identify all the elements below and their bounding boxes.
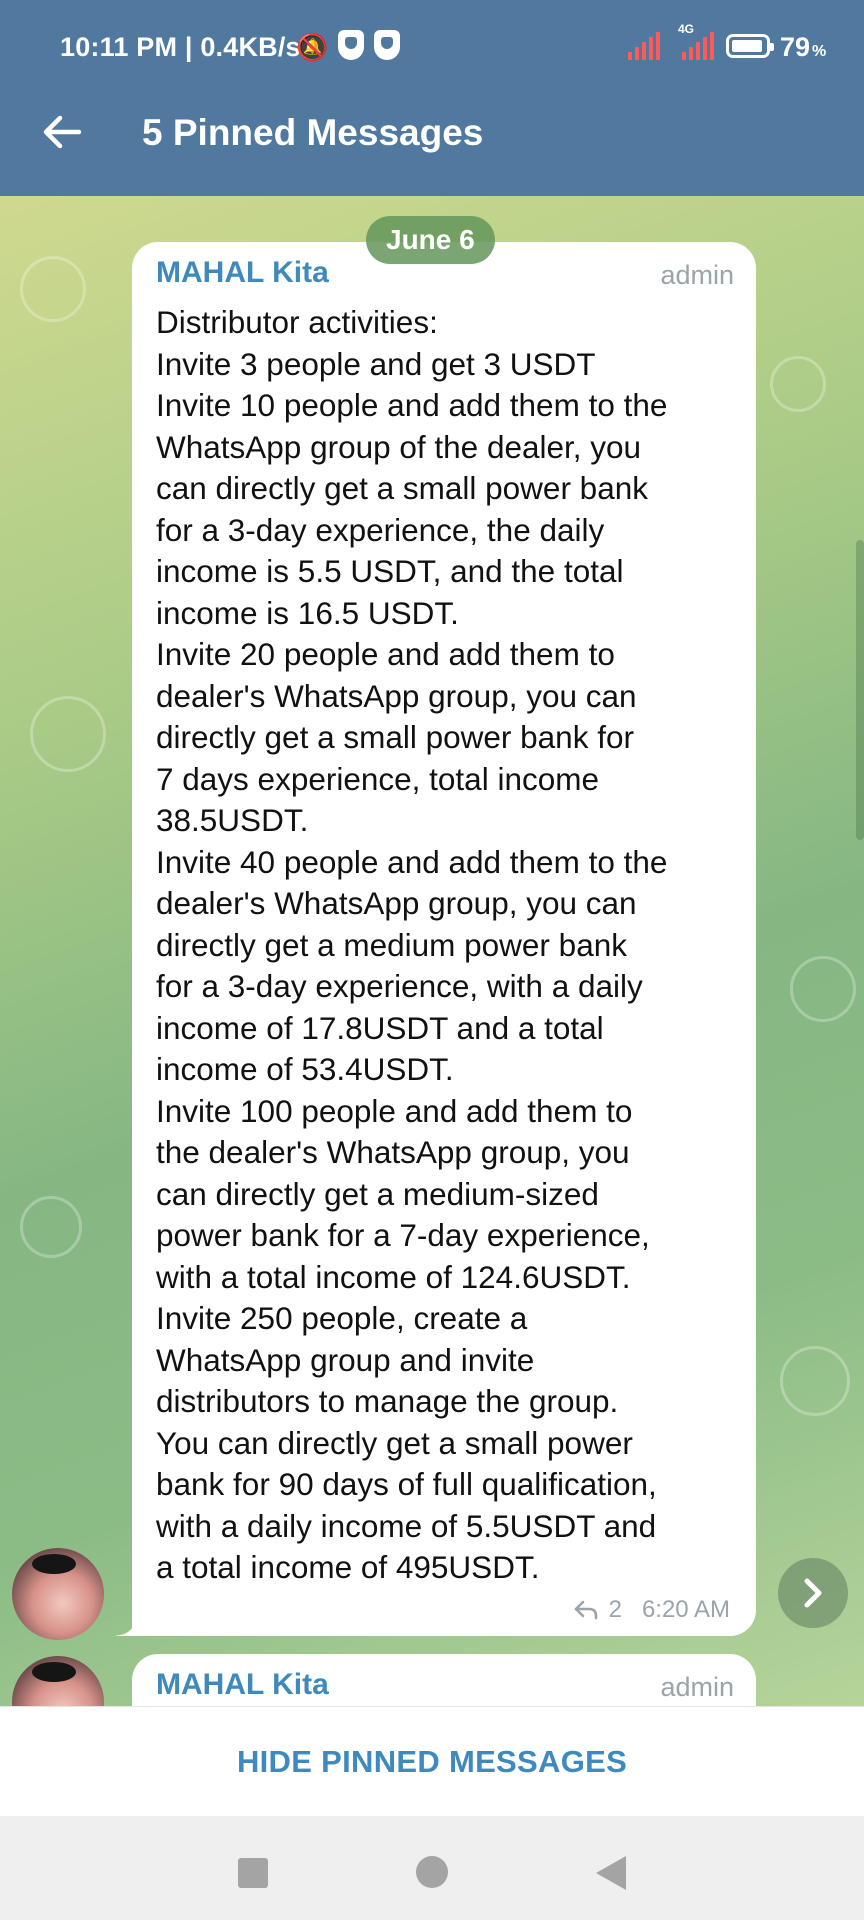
- status-bar: 10:11 PM | 0.4KB/s 🔕 4G 79%: [0, 0, 864, 96]
- background-doodle: [780, 1346, 850, 1416]
- signal-icon: [628, 30, 660, 60]
- message-line: WhatsApp group and invite: [156, 1341, 535, 1378]
- status-icons: 🔕: [296, 30, 401, 64]
- message-line: a total income of 495USDT.: [156, 1549, 540, 1585]
- message-line: income is 5.5 USDT, and the total: [156, 553, 624, 589]
- message-time: 6:20 AM: [641, 1596, 730, 1623]
- message-line: 38.5USDT.: [156, 802, 309, 838]
- avatar[interactable]: [12, 1656, 104, 1706]
- go-to-message-button[interactable]: [778, 1558, 848, 1628]
- message-line: Invite 10 people and add them to the: [156, 387, 668, 423]
- app-header: 10:11 PM | 0.4KB/s 🔕 4G 79% 5 Pinned Mes…: [0, 0, 864, 196]
- message-line: Invite 20 people and add them to: [156, 636, 615, 672]
- background-doodle: [770, 356, 826, 412]
- message-line: income of 53.4USDT.: [156, 1051, 454, 1087]
- lion-shield-icon: [374, 30, 401, 60]
- message-line: the dealer's WhatsApp group, you: [156, 1134, 630, 1170]
- message-line: directly get a small power bank for: [156, 719, 634, 755]
- message-sender[interactable]: MAHAL Kita: [156, 1668, 329, 1702]
- footer-bar: HIDE PINNED MESSAGES: [0, 1706, 864, 1817]
- page-title: 5 Pinned Messages: [142, 112, 484, 153]
- background-doodle: [30, 696, 106, 772]
- message-line: for a 3-day experience, the daily: [156, 511, 605, 548]
- message-line: You can directly get a small power: [156, 1424, 633, 1461]
- message-line: dealer's WhatsApp group, you can: [156, 885, 637, 921]
- status-time: 10:11 PM | 0.4KB/s: [60, 32, 301, 62]
- arrow-left-icon: [43, 115, 82, 149]
- message-line: power bank for a 7-day experience,: [156, 1217, 650, 1253]
- recent-apps-button[interactable]: [238, 1858, 268, 1888]
- reply-icon: [574, 1600, 597, 1620]
- message-line: with a total income of 124.6USDT.: [156, 1258, 631, 1295]
- message-line: directly get a medium power bank: [156, 926, 627, 963]
- message-line: can directly get a medium-sized: [156, 1175, 599, 1212]
- message-line: income is 16.5 USDT.: [156, 594, 459, 631]
- avatar[interactable]: [12, 1548, 104, 1640]
- date-label: June 6: [366, 216, 495, 264]
- message-line: for a 3-day experience, with a daily: [156, 968, 643, 1004]
- chevron-right-icon: [804, 1578, 822, 1608]
- message-line: distributors to manage the group.: [156, 1383, 619, 1419]
- reply-count: 2: [608, 1596, 622, 1623]
- message-line: Invite 100 people and add them to: [156, 1092, 633, 1129]
- back-button[interactable]: [36, 106, 88, 158]
- message-text: Distributor activities: Invite 3 people a…: [156, 302, 746, 1589]
- battery-percent: 79%: [780, 32, 827, 62]
- message-line: income of 17.8USDT and a total: [156, 1009, 604, 1046]
- message-line: Invite 3 people and get 3 USDT: [156, 345, 596, 382]
- message-line: 7 days experience, total income: [156, 760, 599, 797]
- sender-role: admin: [660, 1672, 734, 1702]
- network-label: 4G: [678, 22, 695, 36]
- background-doodle: [790, 956, 856, 1022]
- pinned-message-bubble[interactable]: MAHAL Kita admin: [132, 1654, 756, 1706]
- message-line: dealer's WhatsApp group, you can: [156, 677, 637, 714]
- sender-role: admin: [660, 260, 734, 290]
- system-navigation-bar: [0, 1816, 864, 1920]
- message-line: Invite 250 people, create a: [156, 1300, 528, 1336]
- hide-pinned-messages-button[interactable]: HIDE PINNED MESSAGES: [0, 1707, 864, 1817]
- message-meta: 2 6:20 AM: [573, 1596, 730, 1624]
- message-line: Distributor activities:: [156, 304, 438, 340]
- background-doodle: [20, 256, 86, 322]
- background-doodle: [20, 1196, 82, 1258]
- message-line: can directly get a small power bank: [156, 470, 648, 506]
- message-line: with a daily income of 5.5USDT and: [156, 1507, 657, 1544]
- signal-4g-icon: 4G: [678, 22, 714, 60]
- system-back-button[interactable]: [596, 1856, 626, 1890]
- battery-icon: [726, 34, 774, 58]
- message-line: WhatsApp group of the dealer, you: [156, 428, 642, 465]
- pinned-message-bubble[interactable]: MAHAL Kita admin Distributor activities:…: [116, 242, 756, 1636]
- shield-icon: [338, 30, 365, 60]
- scrollbar[interactable]: [856, 540, 864, 840]
- chat-area[interactable]: MAHAL Kita admin Distributor activities:…: [0, 196, 864, 1706]
- home-button[interactable]: [416, 1856, 448, 1888]
- message-sender[interactable]: MAHAL Kita: [156, 256, 329, 290]
- message-line: Invite 40 people and add them to the: [156, 843, 668, 880]
- message-line: bank for 90 days of full qualification,: [156, 1466, 657, 1502]
- bell-muted-icon: 🔕: [296, 32, 329, 62]
